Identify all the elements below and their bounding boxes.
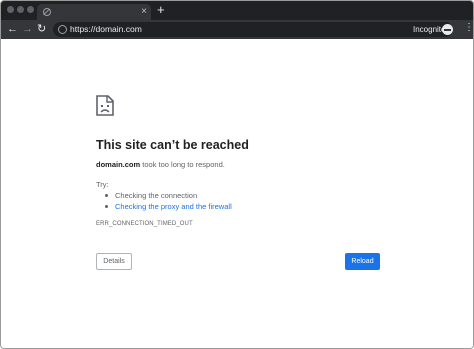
maximize-window-dot[interactable] — [27, 6, 34, 13]
new-tab-button[interactable]: + — [157, 3, 165, 17]
url-text[interactable]: https://domain.com — [70, 23, 142, 36]
close-window-dot[interactable] — [7, 6, 14, 13]
active-tab[interactable]: × — [37, 4, 151, 20]
blocked-page-icon — [43, 8, 51, 16]
sad-document-icon — [96, 95, 114, 116]
bullet-icon — [105, 205, 108, 208]
error-page: This site can’t be reached domain.com to… — [1, 39, 473, 348]
suggestion-text: Checking the connection — [115, 191, 198, 200]
error-description: domain.com took too long to respond. — [96, 160, 225, 169]
minimize-window-dot[interactable] — [17, 6, 24, 13]
try-label: Try: — [96, 180, 109, 189]
reload-button[interactable]: Reload — [345, 253, 380, 270]
forward-button[interactable]: → — [22, 22, 33, 36]
tab-strip: × + — [1, 1, 473, 20]
info-icon[interactable] — [58, 25, 67, 34]
error-domain: domain.com — [96, 160, 141, 169]
incognito-label: Incognito — [413, 25, 446, 34]
suggestion-link[interactable]: Checking the proxy and the firewall — [115, 202, 232, 211]
address-bar[interactable]: https://domain.com Incognito — [53, 22, 453, 37]
reload-icon-button[interactable]: ↻ — [37, 22, 46, 36]
error-title: This site can’t be reached — [96, 138, 249, 152]
browser-window: × + ← → ↻ https://domain.com Incognito ⋮… — [0, 0, 474, 349]
back-button[interactable]: ← — [7, 22, 18, 36]
error-description-text: took too long to respond. — [140, 160, 225, 169]
incognito-icon[interactable] — [442, 24, 453, 35]
error-code: ERR_CONNECTION_TIMED_OUT — [96, 221, 193, 227]
tab-close-icon[interactable]: × — [141, 5, 147, 19]
menu-icon[interactable]: ⋮ — [464, 21, 473, 35]
details-button[interactable]: Details — [96, 253, 132, 270]
bullet-icon — [105, 194, 108, 197]
toolbar: ← → ↻ https://domain.com Incognito ⋮ — [1, 20, 473, 39]
